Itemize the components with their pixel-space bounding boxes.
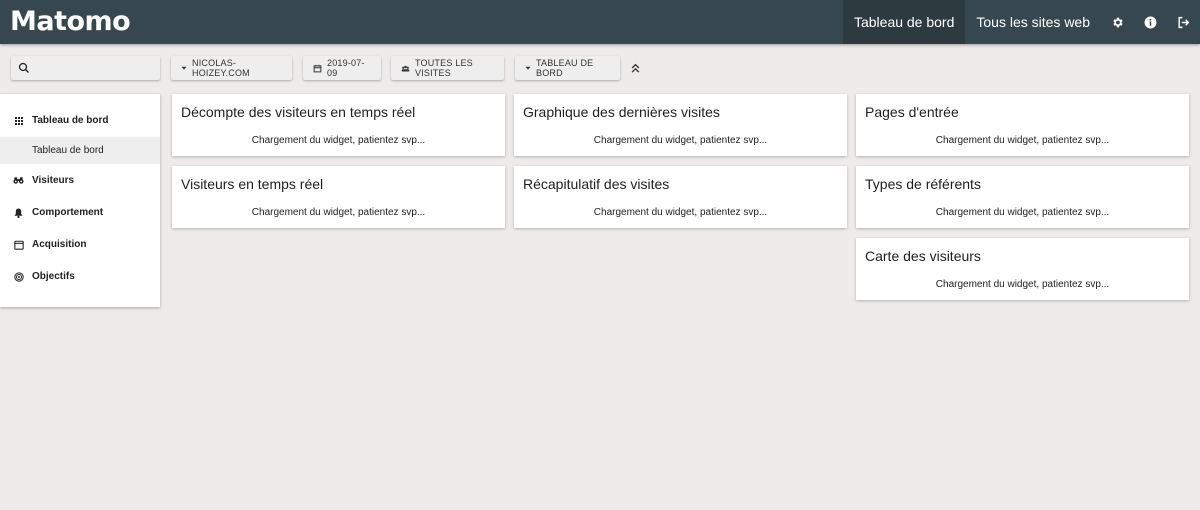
sidebar-item-label: Tableau de bord <box>32 115 109 126</box>
sidebar-item-label: Objectifs <box>32 271 75 282</box>
info-icon[interactable] <box>1134 0 1167 44</box>
widget-title[interactable]: Récapitulatif des visites <box>523 176 669 192</box>
date-selector-label: 2019-07-09 <box>327 58 365 78</box>
widget-referrer-types: Types de référents Chargement du widget,… <box>856 166 1189 228</box>
widget-loading-text: Chargement du widget, patientez svp... <box>593 207 768 218</box>
site-selector-label: NICOLAS-HOIZEY.COM <box>192 58 250 78</box>
widget-visits-overview-graph: Graphique des dernières visites Chargeme… <box>514 94 847 156</box>
widget-title[interactable]: Décompte des visiteurs en temps réel <box>181 104 415 120</box>
widget-title[interactable]: Types de référents <box>865 176 981 192</box>
widget-loading-text: Chargement du widget, patientez svp... <box>251 207 426 218</box>
dashboard-selector-label: TABLEAU DE BORD <box>536 58 594 78</box>
gear-icon[interactable] <box>1101 0 1134 44</box>
segment-selector[interactable]: TOUTES LES VISITES <box>391 56 504 80</box>
binoculars-icon <box>13 175 24 186</box>
nav-all-websites-link[interactable]: Tous les sites web <box>965 0 1101 44</box>
sidebar-item-visitors[interactable]: Visiteurs <box>0 167 160 194</box>
sidebar-subitem-label: Tableau de bord <box>32 145 104 156</box>
nav-dashboard-link[interactable]: Tableau de bord <box>842 0 966 44</box>
widget-realtime-visitor-count: Décompte des visiteurs en temps réel Cha… <box>172 94 505 156</box>
matomo-logo[interactable]: Matomo <box>10 7 131 37</box>
segment-icon <box>401 64 410 73</box>
top-nav: Tableau de bord Tous les sites web <box>842 0 1200 44</box>
widget-loading-text: Chargement du widget, patientez svp... <box>251 135 426 146</box>
widget-visitor-map: Carte des visiteurs Chargement du widget… <box>856 238 1189 300</box>
bell-icon <box>13 207 24 218</box>
search-icon <box>18 62 30 74</box>
sidebar-item-label: Comportement <box>32 207 104 218</box>
caret-down-icon <box>525 65 531 71</box>
sidebar-item-label: Visiteurs <box>32 175 75 186</box>
search-input[interactable] <box>39 59 149 77</box>
sidebar-item-label: Acquisition <box>32 239 87 250</box>
sidebar: Tableau de bord Tableau de bord Visiteur… <box>0 94 160 307</box>
target-icon <box>13 271 24 282</box>
widget-title[interactable]: Visiteurs en temps réel <box>181 176 323 192</box>
dashboard-selector[interactable]: TABLEAU DE BORD <box>515 56 620 80</box>
sidebar-item-goals[interactable]: Objectifs <box>0 263 160 290</box>
widget-visits-summary: Récapitulatif des visites Chargement du … <box>514 166 847 228</box>
calendar-icon <box>13 239 24 250</box>
grid-icon <box>13 115 24 126</box>
segment-selector-label: TOUTES LES VISITES <box>415 58 473 78</box>
caret-down-icon <box>181 65 187 71</box>
widget-loading-text: Chargement du widget, patientez svp... <box>935 207 1110 218</box>
widget-entry-pages: Pages d'entrée Chargement du widget, pat… <box>856 94 1189 156</box>
widget-loading-text: Chargement du widget, patientez svp... <box>593 135 768 146</box>
widget-title[interactable]: Pages d'entrée <box>865 104 959 120</box>
sidebar-item-behaviour[interactable]: Comportement <box>0 199 160 226</box>
widget-title[interactable]: Graphique des dernières visites <box>523 104 720 120</box>
date-selector[interactable]: 2019-07-09 <box>303 56 381 80</box>
sidebar-item-dashboard[interactable]: Tableau de bord <box>0 107 160 134</box>
site-selector[interactable]: NICOLAS-HOIZEY.COM <box>171 56 292 80</box>
top-bar: Matomo Tableau de bord Tous les sites we… <box>0 0 1200 44</box>
widget-realtime-visitors: Visiteurs en temps réel Chargement du wi… <box>172 166 505 228</box>
sidebar-subitem-dashboard[interactable]: Tableau de bord <box>0 137 160 164</box>
search-box[interactable] <box>11 56 160 80</box>
double-chevron-up-icon[interactable] <box>629 62 641 74</box>
logout-icon[interactable] <box>1167 0 1200 44</box>
widget-title[interactable]: Carte des visiteurs <box>865 248 981 264</box>
widget-loading-text: Chargement du widget, patientez svp... <box>935 135 1110 146</box>
sidebar-item-acquisition[interactable]: Acquisition <box>0 231 160 258</box>
widget-loading-text: Chargement du widget, patientez svp... <box>935 279 1110 290</box>
calendar-icon <box>313 64 322 73</box>
